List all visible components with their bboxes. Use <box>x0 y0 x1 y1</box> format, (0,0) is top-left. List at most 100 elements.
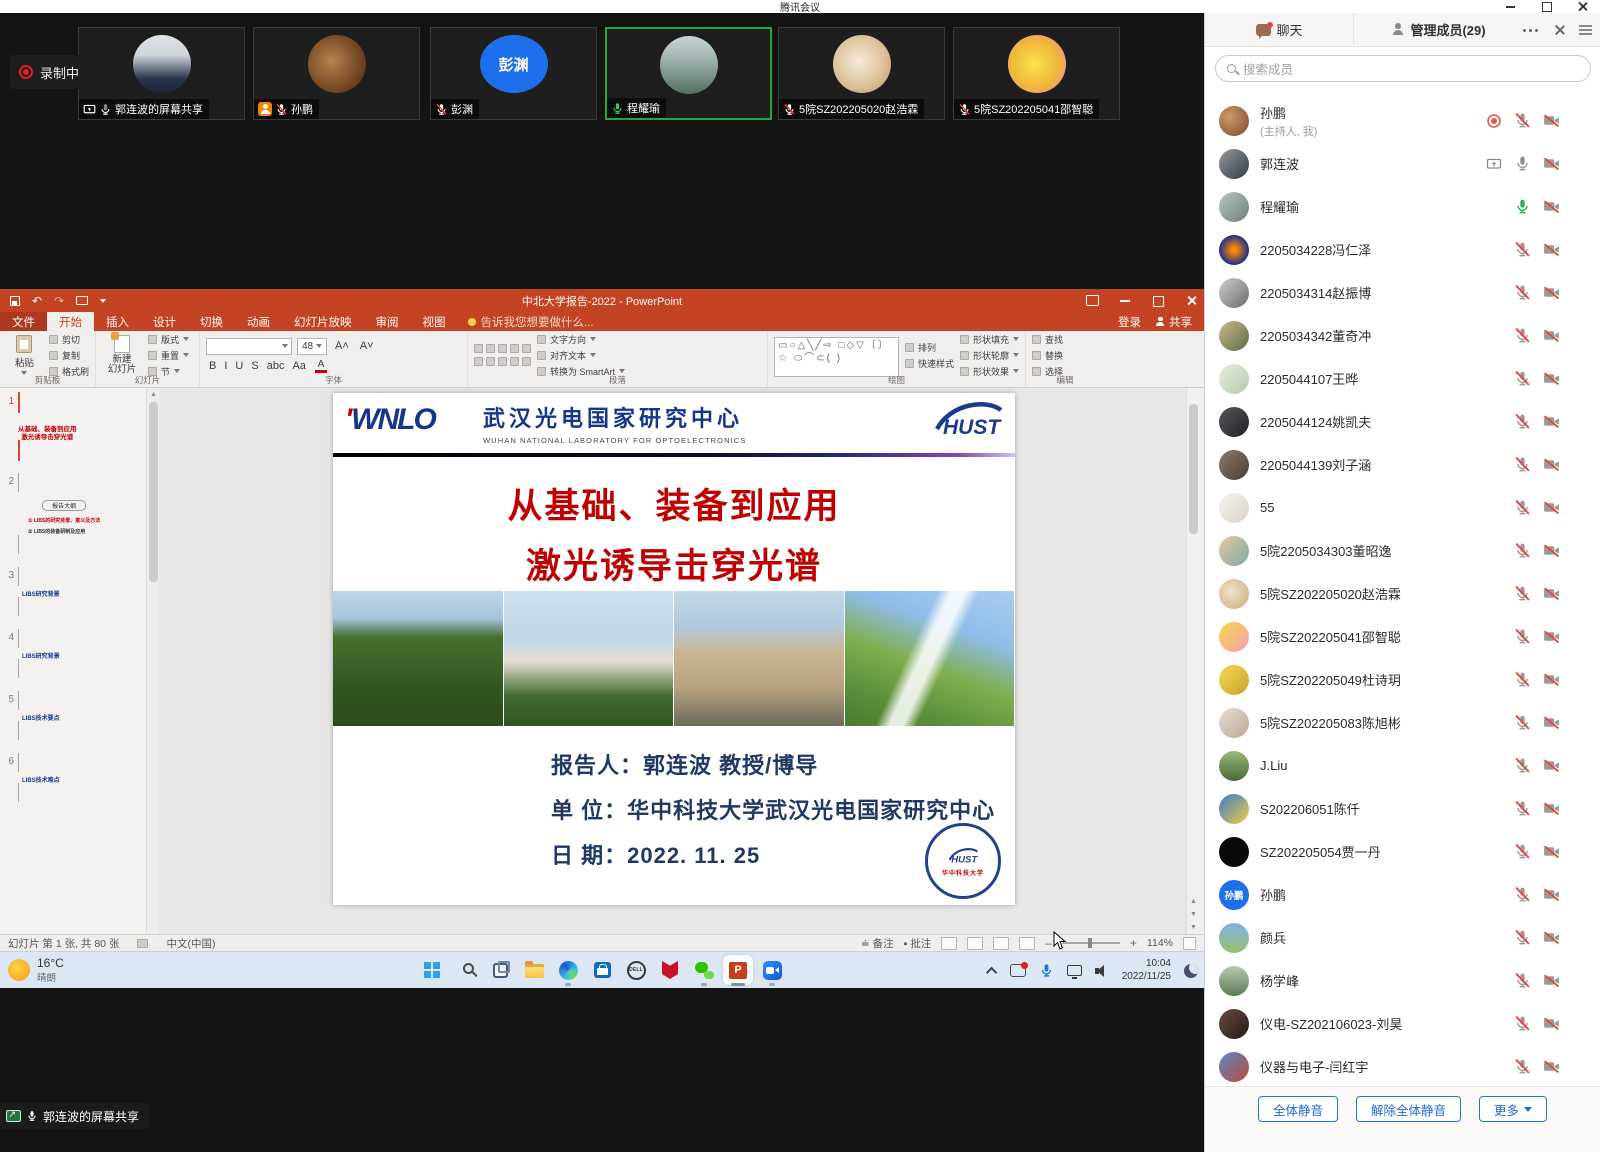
new-slide-button[interactable]: 新建 幻灯片 <box>102 335 142 375</box>
weather-widget[interactable]: 16°C晴朗 <box>8 956 64 984</box>
align-right-icon[interactable] <box>498 357 507 366</box>
slides-command[interactable]: 重置 <box>148 349 189 362</box>
video-tile[interactable]: 5院SZ202205041邵智聪 <box>953 27 1120 120</box>
member-row[interactable]: SZ202205054贾一丹 <box>1205 830 1600 873</box>
ribbon-tab[interactable]: 切换 <box>188 312 235 331</box>
taskbar-app-icon[interactable] <box>621 955 651 985</box>
numbering-icon[interactable] <box>486 344 495 353</box>
clipboard-command[interactable]: 复制 <box>49 349 89 362</box>
mute-all-button[interactable]: 全体静音 <box>1258 1096 1338 1122</box>
zoom-slider[interactable] <box>1062 942 1120 944</box>
ribbon-tab[interactable]: 审阅 <box>364 312 411 331</box>
paragraph-command[interactable]: 文字方向 <box>537 333 625 346</box>
font-style-button[interactable]: U <box>232 360 246 372</box>
slides-command[interactable]: 版式 <box>148 333 189 346</box>
zoom-out-button[interactable]: – <box>1045 936 1052 950</box>
slide-thumbnail[interactable]: 3 LIBS研究背景 <box>0 568 110 616</box>
scroll-down-icon[interactable]: ▼ <box>1187 921 1200 934</box>
shapes-gallery[interactable]: ▭○△╲╱⇨ □◇▽〔〕☆ ⬭⌒⊂( ) <box>774 337 899 377</box>
shrink-font-button[interactable]: A˅ <box>357 340 377 352</box>
unmute-all-button[interactable]: 解除全体静音 <box>1356 1096 1461 1122</box>
clipboard-command[interactable]: 剪切 <box>49 333 89 346</box>
member-row[interactable]: 程耀瑜 <box>1205 185 1600 228</box>
slide-thumbnail[interactable]: 6 LIBS技术难点 <box>0 754 110 802</box>
bullets-icon[interactable] <box>474 344 483 353</box>
member-row[interactable]: 5院SZ202205020赵浩霖 <box>1205 572 1600 615</box>
display-tray-icon[interactable] <box>1067 965 1082 976</box>
close-button[interactable] <box>1576 1 1590 12</box>
shape-format-command[interactable]: 形状轮廓 <box>960 349 1019 362</box>
zoom-in-button[interactable]: + <box>1130 936 1137 950</box>
slide-thumbnail[interactable]: 4 LIBS研究背景 <box>0 630 110 678</box>
member-row[interactable]: 55 <box>1205 486 1600 529</box>
ppt-minimize-button[interactable] <box>1119 295 1132 306</box>
member-row[interactable]: 2205044124姚凯夫 <box>1205 400 1600 443</box>
clock[interactable]: 10:04 2022/11/25 <box>1122 958 1171 983</box>
member-row[interactable]: 2205044139刘子涵 <box>1205 443 1600 486</box>
member-row[interactable]: J.Liu <box>1205 744 1600 787</box>
taskbar-app-icon[interactable] <box>417 955 447 985</box>
taskbar-app-icon[interactable] <box>689 955 719 985</box>
ribbon-tab[interactable]: 文件 <box>0 312 47 331</box>
customize-qat-icon[interactable] <box>100 299 106 303</box>
zoom-slider-thumb[interactable] <box>1088 938 1092 948</box>
line-spacing-icon[interactable] <box>522 344 531 353</box>
language-status[interactable]: 中文(中国) <box>166 936 215 951</box>
video-tile[interactable]: 孙鹏 <box>253 27 420 120</box>
slide-thumbnail[interactable]: 5 LIBS技术要点 <box>0 692 110 740</box>
taskbar-app-icon[interactable] <box>723 955 753 985</box>
decrease-indent-icon[interactable] <box>498 344 507 353</box>
font-style-button[interactable]: I <box>221 360 230 372</box>
previous-slide-icon[interactable]: ▲ <box>1187 895 1200 908</box>
member-row[interactable]: 仪器与电子-闫红宇 <box>1205 1045 1600 1088</box>
ribbon-tab[interactable]: 幻灯片放映 <box>282 312 364 331</box>
ribbon-tab[interactable]: 动画 <box>235 312 282 331</box>
screen-share-status-chip[interactable]: 郭连波的屏幕共享 <box>0 1103 149 1129</box>
taskbar-app-icon[interactable] <box>587 955 617 985</box>
undo-icon[interactable]: ↶ <box>32 296 42 306</box>
screen-recorder-icon[interactable] <box>1010 964 1026 977</box>
member-row[interactable]: 2205034228冯仁泽 <box>1205 228 1600 271</box>
redo-icon[interactable]: ↷ <box>54 296 64 306</box>
tab-chat[interactable]: 聊天 <box>1205 13 1354 46</box>
speaker-icon[interactable] <box>1095 965 1109 977</box>
quick-styles-button[interactable]: 快速样式 <box>905 357 954 370</box>
more-button[interactable]: 更多 <box>1479 1096 1547 1122</box>
align-center-icon[interactable] <box>486 357 495 366</box>
member-row[interactable]: 颜兵 <box>1205 916 1600 959</box>
scrollbar-thumb[interactable] <box>1189 404 1198 534</box>
notes-toggle[interactable]: ≐ 备注 <box>861 936 894 951</box>
taskbar-app-icon[interactable] <box>485 955 515 985</box>
tab-manage-members[interactable]: 管理成员(29) <box>1354 13 1523 46</box>
panel-menu-icon[interactable] <box>1579 25 1592 35</box>
member-row[interactable]: 仪电-SZ202106023-刘昊 <box>1205 1002 1600 1045</box>
maximize-button[interactable] <box>1540 1 1554 12</box>
member-row[interactable]: 5院SZ202205049杜诗玥 <box>1205 658 1600 701</box>
member-row[interactable]: S202206051陈仟 <box>1205 787 1600 830</box>
shape-format-command[interactable]: 形状填充 <box>960 333 1019 346</box>
member-row[interactable]: 2205034314赵振博 <box>1205 271 1600 314</box>
slide-scrollbar[interactable]: ▲ ▼ ▼ <box>1186 388 1199 934</box>
thumbnail-scrollbar[interactable]: ▲ <box>146 388 159 934</box>
next-slide-icon[interactable]: ▼ <box>1187 908 1200 921</box>
member-row[interactable]: 5院SZ202205041邵智聪 <box>1205 615 1600 658</box>
font-style-button[interactable]: abc <box>264 360 288 372</box>
font-color-button[interactable]: A <box>314 359 328 373</box>
increase-indent-icon[interactable] <box>510 344 519 353</box>
comments-indicator-icon[interactable] <box>137 939 148 948</box>
share-button[interactable]: 共享 <box>1155 314 1192 330</box>
tray-mic-icon[interactable] <box>1039 963 1054 978</box>
hidden-icons-chevron[interactable] <box>986 966 997 977</box>
columns-icon[interactable] <box>522 357 531 366</box>
minimize-button[interactable] <box>1504 1 1518 12</box>
ribbon-tab[interactable]: 开始 <box>47 312 94 331</box>
grow-font-button[interactable]: A˄ <box>332 340 352 352</box>
fit-to-window-button[interactable] <box>1183 937 1196 950</box>
zoom-level[interactable]: 114% <box>1147 937 1173 949</box>
taskbar-app-icon[interactable] <box>655 955 685 985</box>
start-slideshow-icon[interactable] <box>76 296 88 305</box>
member-row[interactable]: 5院SZ202205083陈旭彬 <box>1205 701 1600 744</box>
member-row[interactable]: 2205044107王晔 <box>1205 357 1600 400</box>
night-mode-icon[interactable] <box>1184 964 1198 978</box>
member-row[interactable]: 5院2205034303董昭逸 <box>1205 529 1600 572</box>
